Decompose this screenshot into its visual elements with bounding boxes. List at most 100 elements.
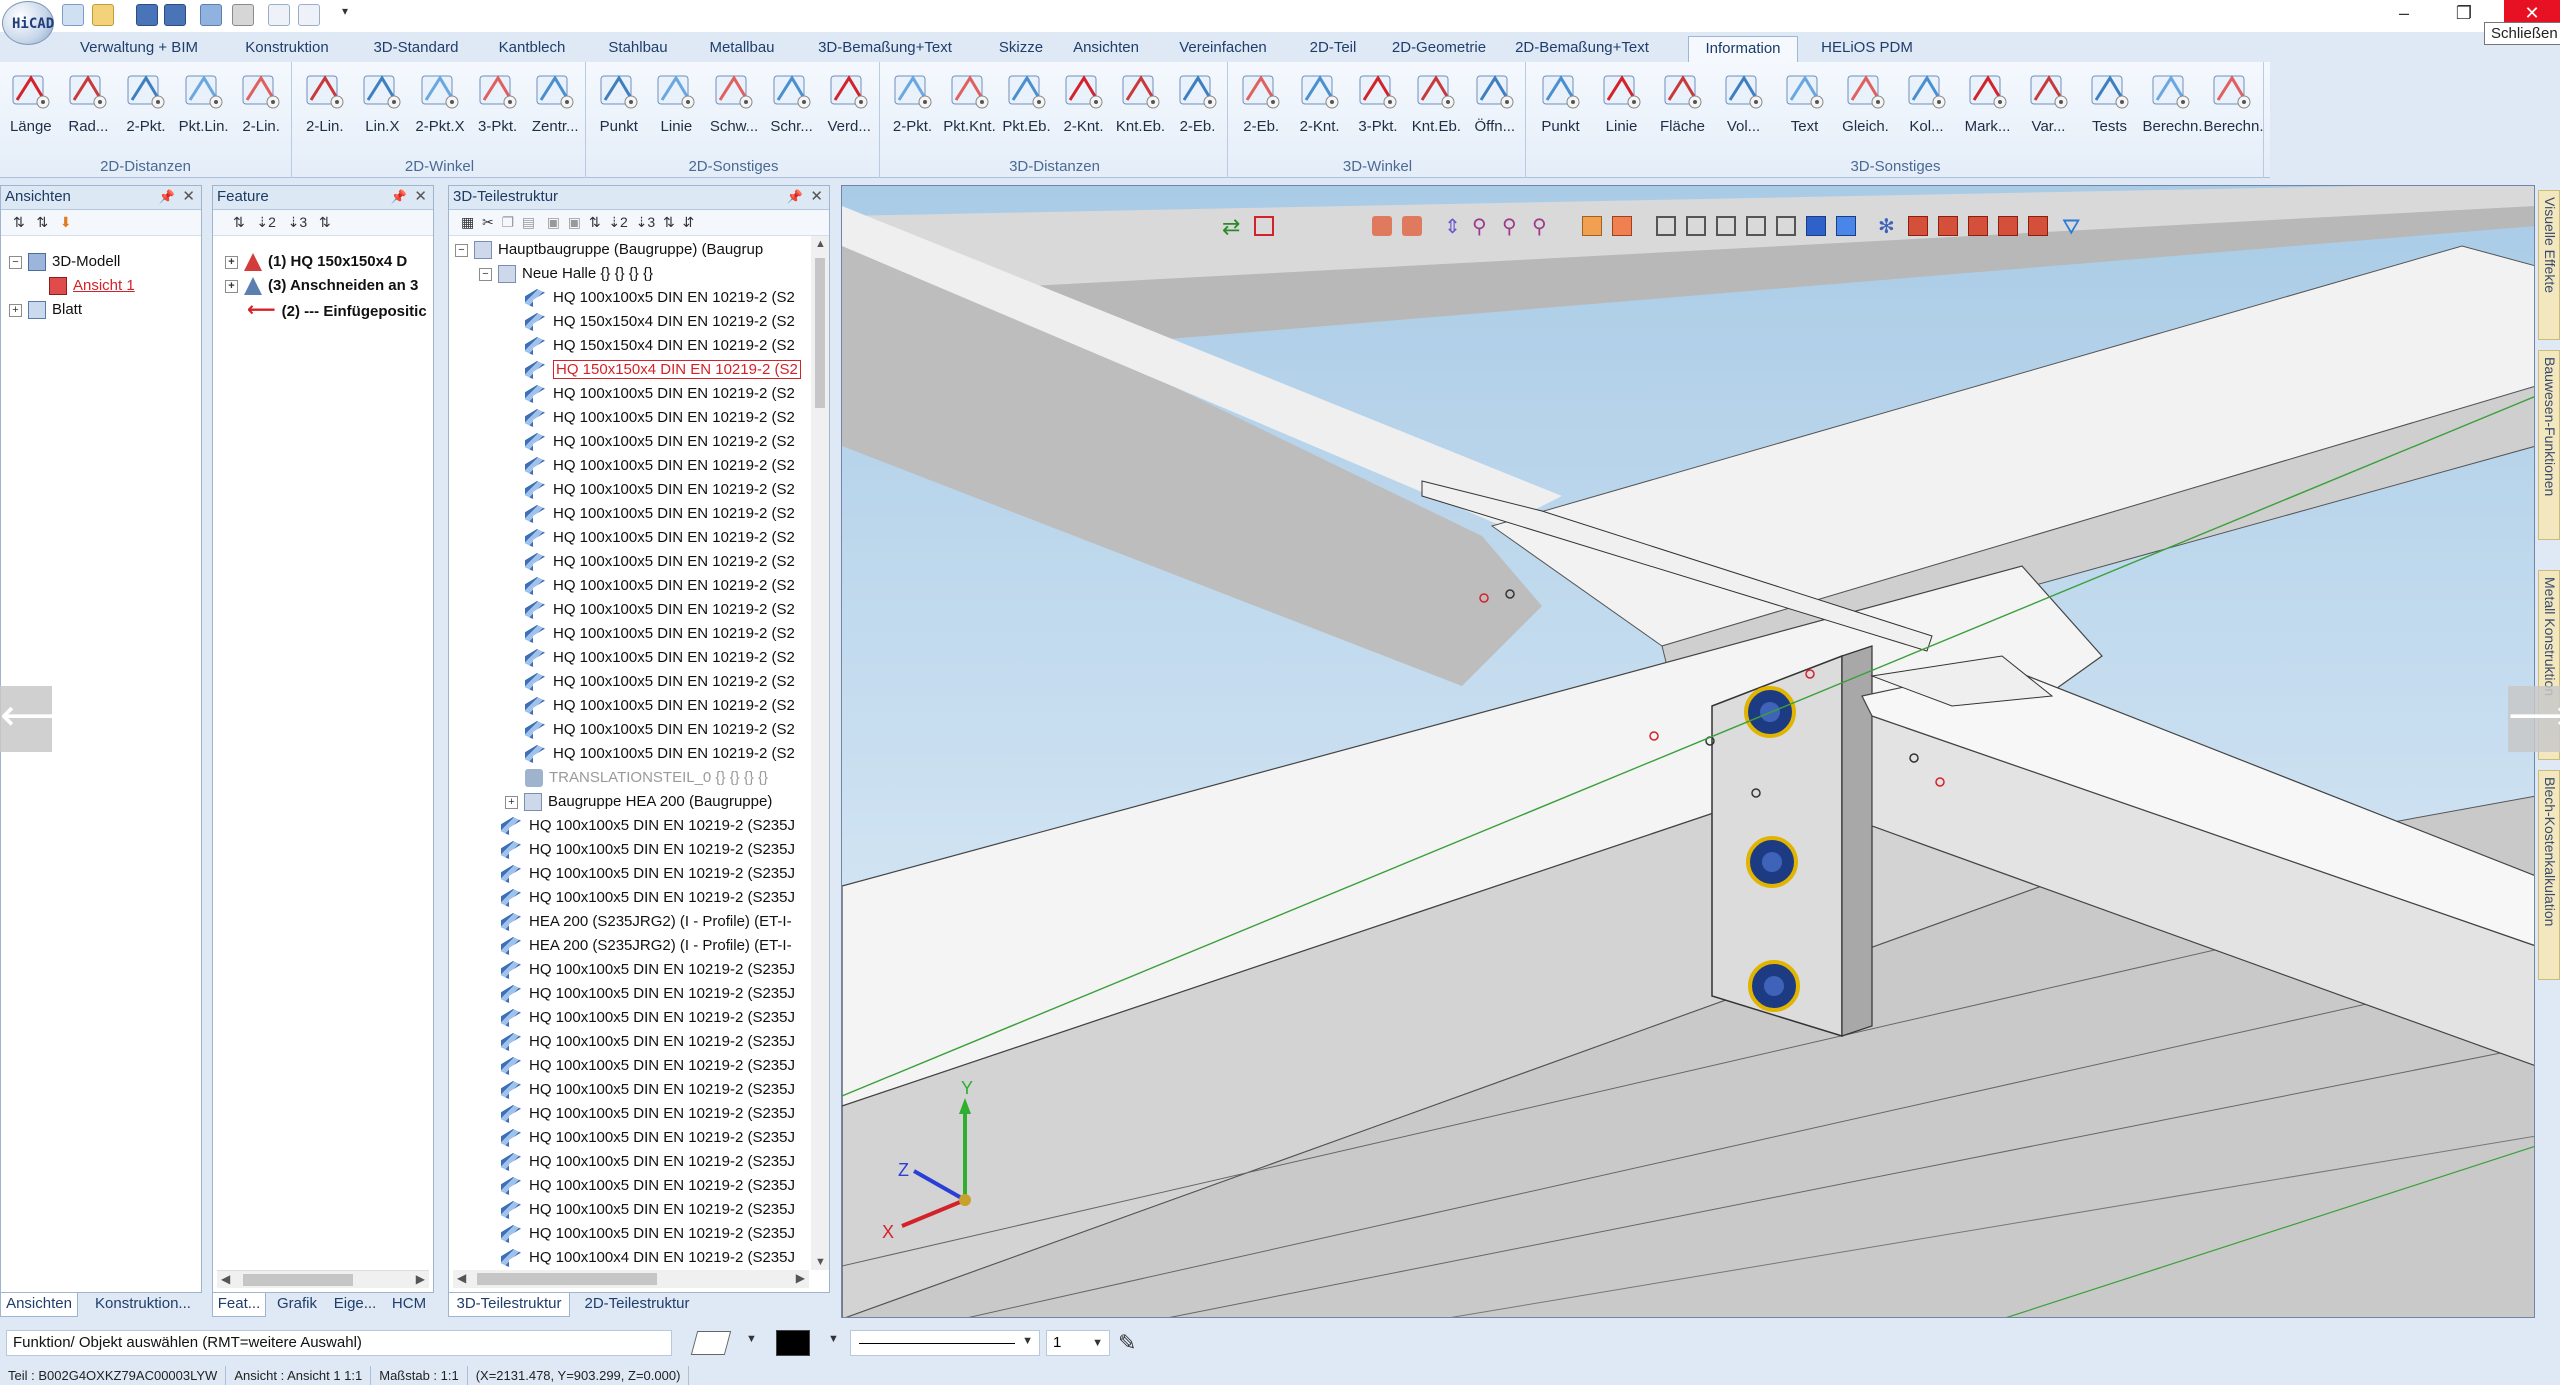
dropdown-arrow-icon[interactable]: ▼	[746, 1333, 757, 1345]
render-icon[interactable]	[1968, 216, 1988, 236]
tree-item-part[interactable]: HQ 100x100x5 DIN EN 10219-2 (S235J	[501, 982, 795, 1006]
structure-icon[interactable]: ▦	[461, 214, 474, 230]
tab-verwaltung-bim[interactable]: Verwaltung + BIM	[72, 36, 206, 62]
collapse-toggle-icon[interactable]: −	[479, 267, 492, 281]
tree-item-part[interactable]: HQ 100x100x5 DIN EN 10219-2 (S2	[525, 478, 795, 502]
level-2-icon[interactable]: ⇣2	[256, 214, 276, 230]
tree-item-part[interactable]: HQ 100x100x5 DIN EN 10219-2 (S235J	[501, 862, 795, 886]
close-icon[interactable]: ✕	[182, 186, 195, 208]
ribbon-button-knt-eb[interactable]: Knt.Eb.	[1113, 66, 1169, 154]
horizontal-scrollbar[interactable]: ◀ ▶	[453, 1270, 809, 1288]
shading-icon[interactable]	[1582, 216, 1602, 236]
line-style-icon[interactable]	[690, 1331, 732, 1355]
collapse-toggle-icon[interactable]: −	[455, 243, 468, 257]
scroll-right-icon[interactable]: ▶	[416, 1272, 425, 1286]
ribbon-button-fläche[interactable]: Fläche	[1655, 66, 1711, 154]
settings-icon[interactable]: ✻	[1878, 214, 1895, 239]
view-cube-icon[interactable]	[1836, 216, 1856, 236]
rotate-icon[interactable]	[1402, 216, 1422, 236]
tree-item-part[interactable]: HEA 200 (S235JRG2) (I - Profile) (ET-I-	[501, 934, 792, 958]
side-tab-visuelle-effekte[interactable]: Visuelle Effekte	[2538, 190, 2560, 340]
ribbon-button-var[interactable]: Var...	[2021, 66, 2077, 154]
tree-item-part[interactable]: HQ 100x100x5 DIN EN 10219-2 (S235J	[501, 1222, 795, 1246]
expand-all-icon[interactable]: ⇅	[589, 214, 601, 230]
tab-konstruktion[interactable]: Konstruktion...	[84, 1293, 202, 1317]
minimize-button[interactable]: –	[2376, 0, 2432, 28]
expand-toggle-icon[interactable]: +	[9, 303, 22, 317]
save-as-icon[interactable]	[164, 4, 186, 26]
expand-toggle-icon[interactable]: +	[225, 255, 238, 269]
tree-item-part[interactable]: HQ 100x100x5 DIN EN 10219-2 (S235J	[501, 1102, 795, 1126]
tab-ansichten[interactable]: Ansichten	[0, 1293, 78, 1317]
ribbon-button-schr[interactable]: Schr...	[764, 66, 820, 154]
level-3-icon[interactable]: ⇣3	[636, 214, 656, 230]
tab-2d-bemaßung-text[interactable]: 2D-Bemaßung+Text	[1512, 36, 1652, 62]
view-back-icon[interactable]	[1686, 216, 1706, 236]
zoom-window-icon[interactable]: ⇕	[1444, 214, 1461, 239]
ribbon-button-vol[interactable]: Vol...	[1716, 66, 1772, 154]
scroll-thumb[interactable]	[815, 258, 825, 408]
save-icon[interactable]	[136, 4, 158, 26]
pen-settings-icon[interactable]: ✎	[1118, 1330, 1136, 1356]
tree-item-part[interactable]: HQ 100x100x5 DIN EN 10219-2 (S235J	[501, 838, 795, 862]
side-tab-bauwesen[interactable]: Bauwesen-Funktionen	[2538, 350, 2560, 540]
customize-icon[interactable]: ▾	[342, 4, 352, 26]
ribbon-button-punkt[interactable]: Punkt	[591, 66, 647, 154]
redo-icon[interactable]	[298, 4, 320, 26]
tab-metallbau[interactable]: Metallbau	[694, 36, 790, 62]
level-3-icon[interactable]: ⇣3	[288, 214, 308, 230]
ribbon-button-pkt-lin[interactable]: Pkt.Lin.	[176, 66, 232, 154]
level-2-icon[interactable]: ⇣2	[608, 214, 628, 230]
ribbon-button-rad[interactable]: Rad...	[60, 66, 116, 154]
view-top-icon[interactable]	[1776, 216, 1796, 236]
tab-2d-teil[interactable]: 2D-Teil	[1296, 36, 1370, 62]
scroll-down-icon[interactable]: ▼	[815, 1256, 826, 1268]
tree-item-part[interactable]: HQ 100x100x5 DIN EN 10219-2 (S2	[525, 598, 795, 622]
expand-toggle-icon[interactable]: +	[505, 795, 518, 809]
scroll-left-icon[interactable]: ◀	[457, 1271, 466, 1285]
ribbon-button-gleich[interactable]: Gleich.	[1838, 66, 1894, 154]
feature-item[interactable]: + (1) HQ 150x150x4 D	[225, 250, 407, 274]
tree-item-part[interactable]: HQ 100x100x5 DIN EN 10219-2 (S2	[525, 430, 795, 454]
expand-toggle-icon[interactable]: +	[225, 279, 238, 293]
ribbon-button-2-eb[interactable]: 2-Eb.	[1170, 66, 1226, 154]
ribbon-button-öffn[interactable]: Öffn...	[1467, 66, 1523, 154]
tab-3d-teilestruktur[interactable]: 3D-Teilestruktur	[448, 1293, 570, 1317]
collapse-all-icon[interactable]: ⇅	[663, 214, 675, 230]
tree-item-part[interactable]: HQ 100x100x5 DIN EN 10219-2 (S235J	[501, 1126, 795, 1150]
tree-item-part[interactable]: HQ 100x100x5 DIN EN 10219-2 (S235J	[501, 1054, 795, 1078]
zoom-all-icon[interactable]: ⚲	[1532, 214, 1547, 239]
ribbon-button-2-knt[interactable]: 2-Knt.	[1056, 66, 1112, 154]
tab-helios-pdm[interactable]: HELiOS PDM	[1812, 36, 1922, 62]
pan-icon[interactable]	[1372, 216, 1392, 236]
scroll-thumb[interactable]	[243, 1274, 353, 1286]
view-frame-icon[interactable]	[1254, 216, 1274, 236]
tool-icon[interactable]: ▣	[568, 214, 581, 230]
sort-icon[interactable]: ⇵	[682, 214, 694, 230]
tree-item-part[interactable]: HQ 100x100x5 DIN EN 10219-2 (S235J	[501, 1078, 795, 1102]
tab-konstruktion[interactable]: Konstruktion	[220, 36, 354, 62]
pin-icon[interactable]: 📌	[159, 186, 175, 208]
vertical-scrollbar[interactable]: ▲ ▼	[811, 236, 829, 1270]
tree-item-part[interactable]: HQ 100x100x5 DIN EN 10219-2 (S2	[525, 502, 795, 526]
render-icon[interactable]	[2028, 216, 2048, 236]
collapse-toggle-icon[interactable]: −	[9, 255, 22, 269]
ribbon-button-mark[interactable]: Mark...	[1960, 66, 2016, 154]
tree-item-part[interactable]: HQ 100x100x5 DIN EN 10219-2 (S2	[525, 718, 795, 742]
pin-icon[interactable]: 📌	[787, 186, 803, 208]
tree-item-part[interactable]: HQ 150x150x4 DIN EN 10219-2 (S2	[525, 334, 795, 358]
zoom-out-icon[interactable]: ⚲	[1502, 214, 1517, 239]
view-iso-icon[interactable]	[1806, 216, 1826, 236]
ribbon-button-berechn[interactable]: Berechn.	[2204, 66, 2264, 154]
scroll-left-icon[interactable]: ◀	[221, 1272, 230, 1286]
tab-skizze[interactable]: Skizze	[980, 36, 1062, 62]
tab-feature[interactable]: Feat...	[212, 1293, 266, 1317]
cut-icon[interactable]: ✂	[482, 214, 494, 230]
tab-2d-geometrie[interactable]: 2D-Geometrie	[1378, 36, 1500, 62]
tree-item-part[interactable]: HQ 100x100x5 DIN EN 10219-2 (S2	[525, 454, 795, 478]
view-front-icon[interactable]	[1656, 216, 1676, 236]
dropdown-arrow-icon[interactable]: ▼	[828, 1333, 839, 1345]
swap-view-icon[interactable]: ⇄	[1222, 214, 1240, 240]
tree-item-ansicht-1[interactable]: Ansicht 1	[49, 274, 135, 298]
3d-model-canvas[interactable]: Y X Z	[842, 186, 2535, 1318]
